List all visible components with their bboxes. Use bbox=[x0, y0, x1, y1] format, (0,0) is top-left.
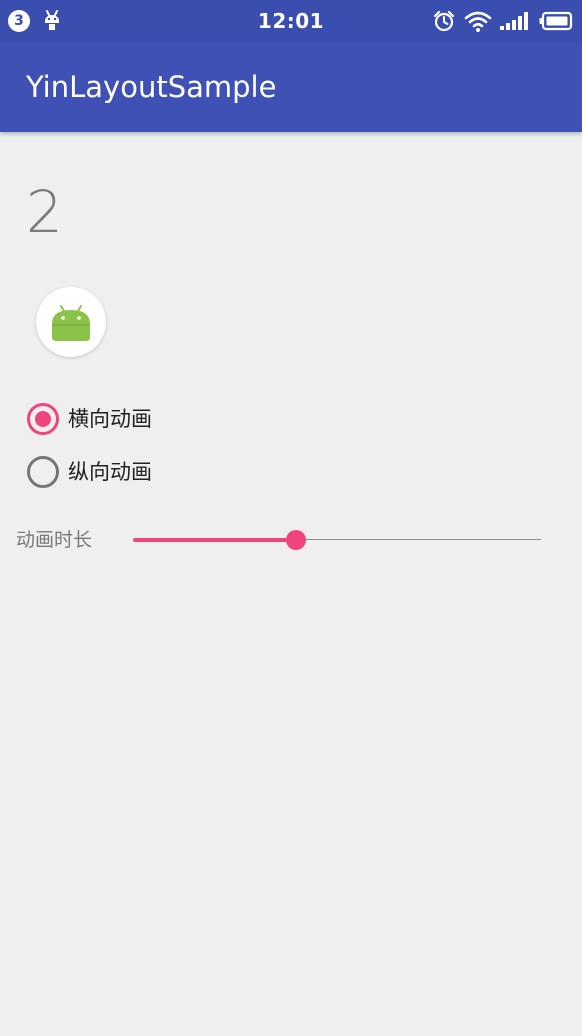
radio-selected-icon[interactable] bbox=[26, 402, 60, 436]
status-clock: 12:01 bbox=[257, 9, 325, 33]
radio-label-horizontal[interactable]: 横向动画 bbox=[68, 399, 152, 439]
battery-icon bbox=[539, 11, 573, 31]
android-robot-icon bbox=[52, 305, 90, 341]
duration-label: 动画时长 bbox=[16, 529, 93, 551]
seekbar-progress bbox=[133, 538, 296, 542]
status-bar: 3 12:01 bbox=[0, 0, 582, 42]
app-title: YinLayoutSample bbox=[26, 70, 277, 104]
duration-seekbar[interactable] bbox=[133, 520, 541, 560]
app-bar: YinLayoutSample bbox=[0, 42, 582, 132]
radio-label-vertical[interactable]: 纵向动画 bbox=[68, 452, 152, 492]
wifi-icon bbox=[464, 11, 492, 32]
radio-vertical-animation[interactable]: 纵向动画 bbox=[24, 452, 324, 492]
seekbar-thumb[interactable] bbox=[286, 530, 306, 550]
alarm-icon bbox=[433, 10, 455, 32]
android-avatar[interactable] bbox=[36, 287, 106, 357]
radio-horizontal-animation[interactable]: 横向动画 bbox=[24, 399, 324, 439]
cellular-signal-icon bbox=[500, 12, 528, 30]
radio-unselected-icon[interactable] bbox=[26, 455, 60, 489]
counter-value: 2 bbox=[26, 178, 63, 246]
